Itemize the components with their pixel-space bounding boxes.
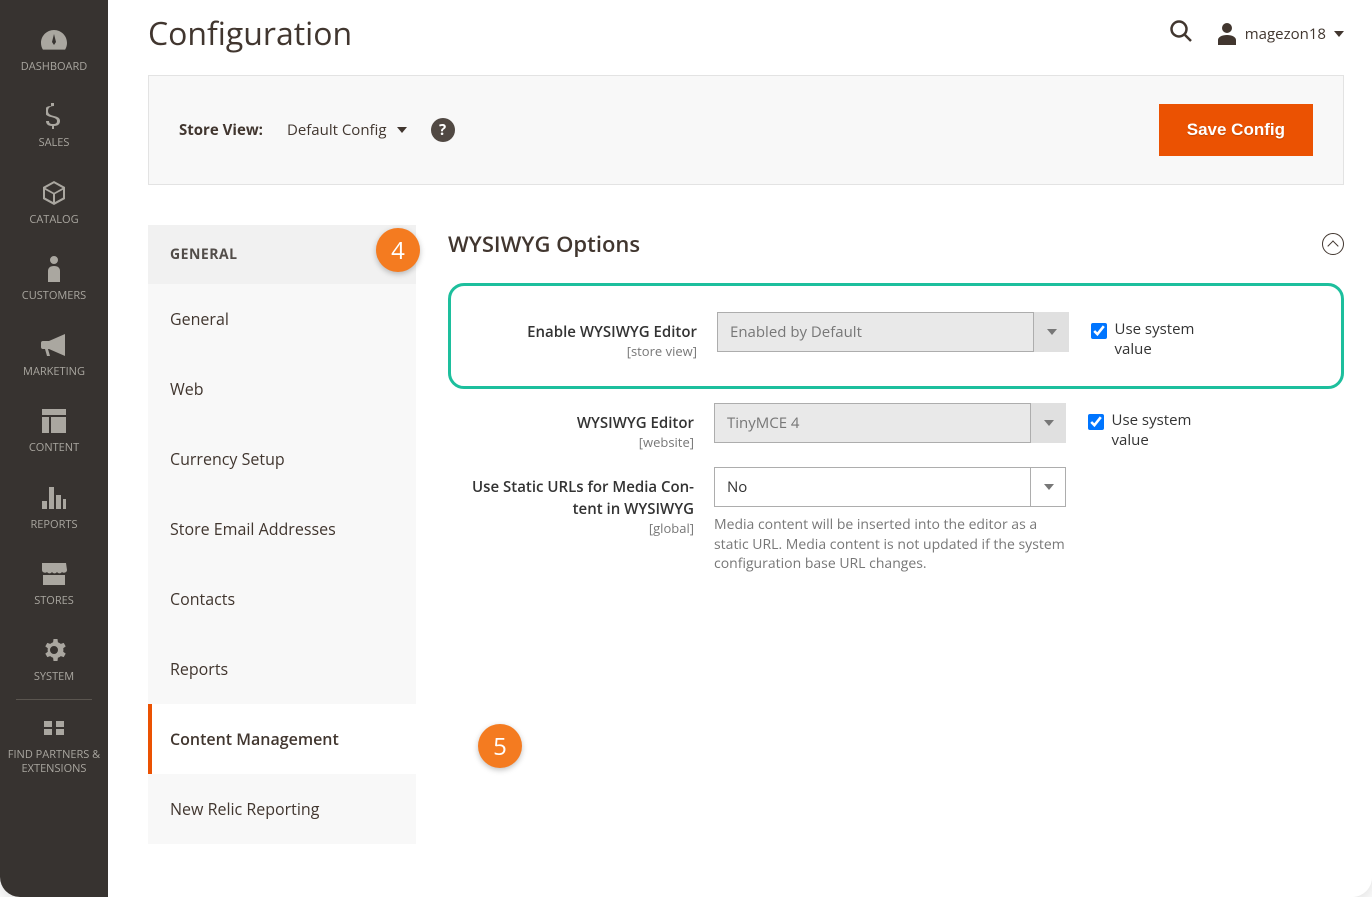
blocks-icon [40, 714, 68, 742]
search-icon[interactable] [1169, 19, 1193, 48]
nav-item-partners[interactable]: FIND PARTNERS & EXTENSIONS [0, 700, 108, 791]
nav-item-dashboard[interactable]: DASHBOARD [0, 12, 108, 88]
topbar: Configuration magezon18 [108, 0, 1372, 67]
field-hint: Media content will be inserted into the … [714, 507, 1066, 574]
gear-icon [40, 636, 68, 664]
sidebar-item-currency[interactable]: Currency Setup [148, 424, 416, 494]
nav-label: REPORTS [31, 518, 78, 532]
use-system-label[interactable]: Use system value [1112, 411, 1216, 450]
nav-label: CUSTOMERS [22, 289, 86, 303]
row-label: WYSIWYG Editor [website] [448, 403, 714, 451]
person-icon [40, 255, 68, 283]
field-scope: [store view] [451, 342, 697, 360]
page-title: Configuration [148, 12, 352, 55]
use-system-checkbox-enable[interactable] [1091, 322, 1107, 340]
nav-label: CATALOG [29, 213, 78, 227]
static-urls-select[interactable]: No [714, 467, 1066, 507]
cube-icon [40, 179, 68, 207]
annotation-badge-4: 4 [376, 228, 420, 272]
nav-item-system[interactable]: SYSTEM [0, 622, 108, 698]
nav-item-reports[interactable]: REPORTS [0, 470, 108, 546]
config-sidebar: GENERAL General Web Currency Setup Store… [148, 225, 416, 844]
field-label: Enable WYSIWYG Editor [527, 322, 697, 342]
nav-label: STORES [34, 594, 74, 608]
nav-item-marketing[interactable]: MARKETING [0, 317, 108, 393]
field-label: Use Static URLs for Media Con­tent in WY… [472, 477, 694, 519]
storefront-icon [40, 560, 68, 588]
nav-label: CONTENT [29, 441, 79, 455]
select-wrap: TinyMCE 4 [714, 403, 1066, 443]
row-wysiwyg-editor: WYSIWYG Editor [website] TinyMCE 4 Use s… [448, 395, 1344, 459]
help-icon[interactable]: ? [431, 118, 455, 142]
row-enable-wysiwyg: Enable WYSIWYG Editor [store view] Enabl… [451, 304, 1331, 368]
row-check: Use system value [1066, 403, 1216, 450]
store-view-left: Store View: Default Config ? [179, 118, 455, 142]
nav-label: FIND PARTNERS & EXTENSIONS [4, 748, 104, 777]
collapse-toggle[interactable] [1322, 233, 1344, 255]
select-wrap: Enabled by Default [717, 312, 1069, 352]
user-menu[interactable]: magezon18 [1217, 23, 1344, 45]
wysiwyg-editor-select[interactable]: TinyMCE 4 [714, 403, 1066, 443]
nav-label: DASHBOARD [21, 60, 87, 74]
sidebar-group-label: GENERAL [170, 245, 238, 264]
user-icon [1217, 23, 1237, 45]
store-view-bar: Store View: Default Config ? Save Config [148, 75, 1344, 185]
annotation-badge-5: 5 [478, 724, 522, 768]
sidebar-item-contacts[interactable]: Contacts [148, 564, 416, 634]
nav-item-sales[interactable]: SALES [0, 88, 108, 164]
sidebar-item-web[interactable]: Web [148, 354, 416, 424]
admin-nav: DASHBOARD SALES CATALOG CUSTOMERS MARKET… [0, 0, 108, 897]
field-label: WYSIWYG Editor [577, 413, 694, 433]
dollar-icon [40, 102, 68, 130]
content: GENERAL General Web Currency Setup Store… [148, 225, 1344, 844]
user-name: magezon18 [1245, 24, 1326, 44]
sidebar-item-content-management[interactable]: Content Management [148, 704, 416, 774]
panel-title: WYSIWYG Options [448, 229, 640, 259]
store-view-label: Store View: [179, 120, 263, 140]
row-input: TinyMCE 4 [714, 403, 1066, 443]
layout-icon [40, 407, 68, 435]
panel-head: WYSIWYG Options [448, 225, 1344, 283]
store-view-select[interactable]: Default Config [287, 120, 407, 140]
row-input: Enabled by Default [717, 312, 1069, 352]
nav-item-customers[interactable]: CUSTOMERS [0, 241, 108, 317]
row-label: Enable WYSIWYG Editor [store view] [451, 312, 717, 360]
store-view-value: Default Config [287, 120, 387, 140]
field-scope: [global] [448, 519, 694, 537]
dashboard-icon [40, 26, 68, 54]
sidebar-item-newrelic[interactable]: New Relic Reporting [148, 774, 416, 844]
top-actions: magezon18 [1169, 19, 1344, 48]
sidebar-item-store-email[interactable]: Store Email Addresses [148, 494, 416, 564]
row-check: Use system value [1069, 312, 1219, 359]
sidebar-item-reports[interactable]: Reports [148, 634, 416, 704]
main: Configuration magezon18 Store View: Defa… [108, 0, 1372, 897]
fieldset: Enable WYSIWYG Editor [store view] Enabl… [448, 283, 1344, 582]
row-static-urls: Use Static URLs for Media Con­tent in WY… [448, 459, 1344, 582]
bars-icon [40, 484, 68, 512]
enable-wysiwyg-select[interactable]: Enabled by Default [717, 312, 1069, 352]
chevron-down-icon [397, 127, 407, 133]
nav-item-content[interactable]: CONTENT [0, 393, 108, 469]
highlight-box: Enable WYSIWYG Editor [store view] Enabl… [448, 283, 1344, 389]
nav-label: SYSTEM [34, 670, 74, 684]
save-config-button[interactable]: Save Config [1159, 104, 1313, 156]
use-system-checkbox-editor[interactable] [1088, 413, 1104, 431]
row-input: No Media content will be inserted into t… [714, 467, 1066, 574]
field-scope: [website] [448, 433, 694, 451]
chevron-down-icon [1334, 31, 1344, 37]
nav-label: SALES [39, 136, 70, 150]
wysiwyg-panel: WYSIWYG Options Enable WYSIWYG Editor [s… [448, 225, 1344, 844]
row-label: Use Static URLs for Media Con­tent in WY… [448, 467, 714, 537]
sidebar-item-general[interactable]: General [148, 284, 416, 354]
nav-item-catalog[interactable]: CATALOG [0, 165, 108, 241]
megaphone-icon [40, 331, 68, 359]
select-wrap: No [714, 467, 1066, 507]
use-system-label[interactable]: Use system value [1115, 320, 1219, 359]
nav-item-stores[interactable]: STORES [0, 546, 108, 622]
nav-label: MARKETING [23, 365, 85, 379]
